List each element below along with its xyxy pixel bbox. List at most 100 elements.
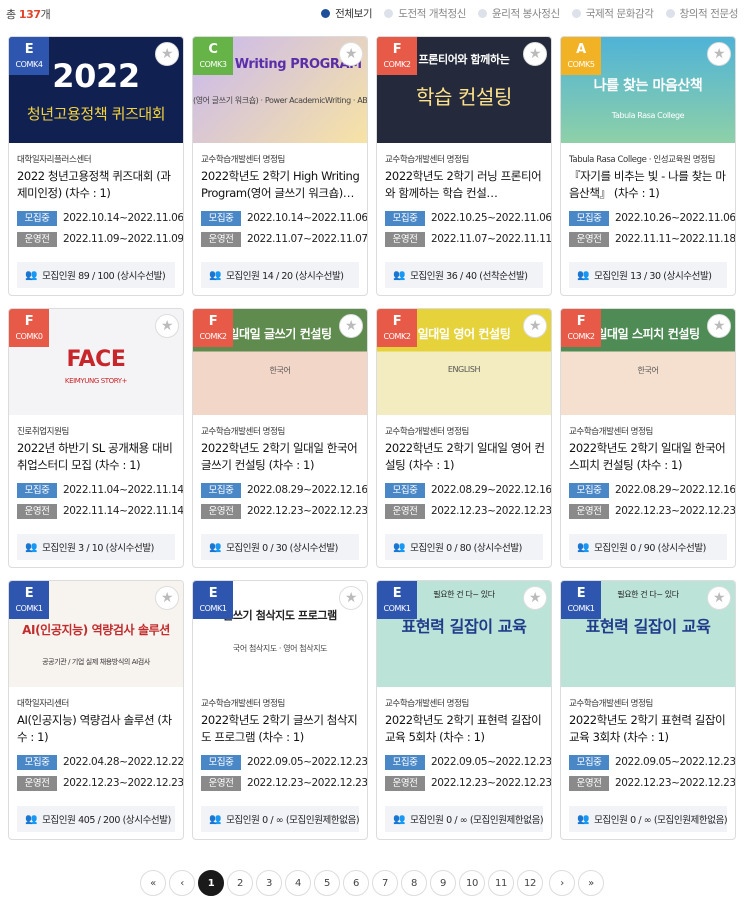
program-card[interactable]: 표현력 길잡이 교육 필요한 건 다~ 있다 E COMK1 ★ 교수학습개발센터 명정팀… xyxy=(560,580,736,840)
star-icon: ★ xyxy=(712,318,726,334)
page-5-button[interactable]: 5 xyxy=(314,870,340,896)
program-title[interactable]: 2022학년도 2학기 일대일 한국어 스피치 컨설팅 (차수 : 1) xyxy=(569,440,729,474)
program-title[interactable]: 2022년 하반기 SL 공개채용 대비 취업스터디 모집 (차수 : 1) xyxy=(17,440,177,474)
program-title[interactable]: 2022학년도 2학기 러닝 프론티어와 함께하는 학습 컨설… xyxy=(385,168,545,202)
competency-code: COMK4 xyxy=(15,60,43,69)
favorite-button[interactable]: ★ xyxy=(707,314,731,338)
program-card[interactable]: 일대일 스피치 컨설팅 한국어 F COMK2 ★ 교수학습개발센터 명정팀 2022학년도… xyxy=(560,308,736,568)
program-card[interactable]: 프론티어와 함께하는 학습 컨설팅 F COMK2 ★ 교수학습개발센터 명정팀 2022학… xyxy=(376,36,552,296)
program-card[interactable]: High Writing PROGRAM (영어 글쓰기 워크숍) · Power… xyxy=(192,36,368,296)
program-organizer: 교수학습개발센터 명정팀 xyxy=(569,699,653,709)
favorite-button[interactable]: ★ xyxy=(707,42,731,66)
thumbnail-subtitle: 청년고용정책 퀴즈대회 xyxy=(26,105,166,123)
count-value: 0 / 30 (상시수선발) xyxy=(262,543,338,554)
operate-dates: 2022.12.23~2022.12.23 xyxy=(431,777,552,789)
program-card[interactable]: 글쓰기 첨삭지도 프로그램 국어 첨삭지도 · 영어 첨삭지도 E COMK1 ★ 교수학… xyxy=(192,580,368,840)
favorite-button[interactable]: ★ xyxy=(707,586,731,610)
program-title[interactable]: AI(인공지능) 역량검사 솔루션 (차수 : 1) xyxy=(17,712,177,746)
recruit-label: 모집중 xyxy=(385,210,425,226)
program-title[interactable]: 2022학년도 2학기 High Writing Program(영어 글쓰기 … xyxy=(201,168,361,202)
program-title[interactable]: 2022학년도 2학기 일대일 영어 컨설팅 (차수 : 1) xyxy=(385,440,545,474)
filter-ethics[interactable]: 윤리적 봉사정신 xyxy=(477,6,560,21)
page-11-button[interactable]: 11 xyxy=(488,870,514,896)
page-4-button[interactable]: 4 xyxy=(285,870,311,896)
enrollment-count: 👥 모집인원 0 / ∞ (모집인원제한없음) xyxy=(385,806,543,832)
recruit-label: 모집중 xyxy=(569,482,609,498)
program-card[interactable]: 나를 찾는 마음산책 Tabula Rasa College A COMK5 ★ Tabu… xyxy=(560,36,736,296)
star-icon: ★ xyxy=(712,590,726,606)
page-10-button[interactable]: 10 xyxy=(459,870,485,896)
thumbnail-subtitle: Tabula Rasa College xyxy=(611,111,685,120)
grade-badge: F COMK2 xyxy=(377,37,417,75)
program-card[interactable]: AI(인공지능) 역량검사 솔루션 공공기관 / 기업 실제 채용방식의 AI검사… xyxy=(8,580,184,840)
grade-badge: E COMK1 xyxy=(377,581,417,619)
grade-letter: C xyxy=(208,42,218,57)
page-6-button[interactable]: 6 xyxy=(343,870,369,896)
favorite-button[interactable]: ★ xyxy=(523,42,547,66)
first-page-button[interactable]: « xyxy=(140,870,166,896)
total-count: 총 137개 xyxy=(6,8,51,21)
person-icon: 👥 xyxy=(577,541,590,553)
grade-badge: A COMK5 xyxy=(561,37,601,75)
program-card[interactable]: 2022 청년고용정책 퀴즈대회 E COMK4 ★ 대학일자리플러스센터 2022 청년고… xyxy=(8,36,184,296)
person-icon: 👥 xyxy=(25,269,38,281)
operate-label: 운영전 xyxy=(385,503,425,519)
total-count-number: 137 xyxy=(18,8,41,21)
count-value: 405 / 200 (상시수선발) xyxy=(78,815,171,826)
recruit-label: 모집중 xyxy=(569,210,609,226)
program-title[interactable]: 2022학년도 2학기 표현력 길잡이 교육 5회차 (차수 : 1) xyxy=(385,712,545,746)
program-organizer: 교수학습개발센터 명정팀 xyxy=(385,155,469,165)
page-2-button[interactable]: 2 xyxy=(227,870,253,896)
program-card[interactable]: 일대일 영어 컨설팅 ENGLISH F COMK2 ★ 교수학습개발센터 명정팀 2022… xyxy=(376,308,552,568)
operate-dates: 2022.11.09~2022.11.09 xyxy=(63,233,184,245)
program-title[interactable]: 2022 청년고용정책 퀴즈대회 (과제미인정) (차수 : 1) xyxy=(17,168,177,202)
recruit-dates: 2022.10.25~2022.11.06 xyxy=(431,212,552,224)
prev-page-button[interactable]: ‹ xyxy=(169,870,195,896)
favorite-button[interactable]: ★ xyxy=(155,42,179,66)
page-1-button[interactable]: 1 xyxy=(198,870,224,896)
program-title[interactable]: 2022학년도 2학기 글쓰기 첨삭지도 프로그램 (차수 : 1) xyxy=(201,712,361,746)
star-icon: ★ xyxy=(160,318,174,334)
favorite-button[interactable]: ★ xyxy=(339,314,363,338)
program-card[interactable]: 표현력 길잡이 교육 필요한 건 다~ 있다 E COMK1 ★ 교수학습개발센터 명정팀… xyxy=(376,580,552,840)
program-title[interactable]: 2022학년도 2학기 일대일 한국어 글쓰기 컨설팅 (차수 : 1) xyxy=(201,440,361,474)
page-12-button[interactable]: 12 xyxy=(517,870,543,896)
favorite-button[interactable]: ★ xyxy=(523,586,547,610)
favorite-button[interactable]: ★ xyxy=(155,314,179,338)
favorite-button[interactable]: ★ xyxy=(523,314,547,338)
competency-code: COMK1 xyxy=(199,604,227,613)
recruit-label: 모집중 xyxy=(201,482,241,498)
page-3-button[interactable]: 3 xyxy=(256,870,282,896)
filter-all[interactable]: 전체보기 xyxy=(321,6,373,21)
person-icon: 👥 xyxy=(577,813,590,825)
operate-dates: 2022.12.23~2022.12.23 xyxy=(247,505,368,517)
last-page-button[interactable]: » xyxy=(578,870,604,896)
favorite-button[interactable]: ★ xyxy=(339,42,363,66)
program-card[interactable]: FACE KEIMYUNG STORY+ F COMK0 ★ 진로취업지원팀 2022년 하… xyxy=(8,308,184,568)
program-card[interactable]: 일대일 글쓰기 컨설팅 한국어 F COMK2 ★ 교수학습개발센터 명정팀 2022학년도… xyxy=(192,308,368,568)
program-title[interactable]: 2022학년도 2학기 표현력 길잡이 교육 3회차 (차수 : 1) xyxy=(569,712,729,746)
competency-code: COMK1 xyxy=(383,604,411,613)
filter-challenge[interactable]: 도전적 개척정신 xyxy=(384,6,466,21)
program-organizer: 교수학습개발센터 명정팀 xyxy=(385,699,469,709)
grade-letter: A xyxy=(576,42,586,57)
filter-global[interactable]: 국제적 문화감각 xyxy=(571,6,654,21)
page-8-button[interactable]: 8 xyxy=(401,870,427,896)
count-value: 89 / 100 (상시수선발) xyxy=(78,271,166,282)
recruit-dates: 2022.08.29~2022.12.16 xyxy=(247,484,368,496)
grade-letter: E xyxy=(576,586,586,601)
page-7-button[interactable]: 7 xyxy=(372,870,398,896)
person-icon: 👥 xyxy=(393,541,406,553)
favorite-button[interactable]: ★ xyxy=(339,586,363,610)
thumbnail-title: FACE xyxy=(66,347,126,372)
recruit-label: 모집중 xyxy=(17,754,57,770)
grade-badge: F COMK2 xyxy=(377,309,417,347)
filter-creative[interactable]: 창의적 전문성 xyxy=(665,6,738,21)
recruit-dates: 2022.10.14~2022.11.06 xyxy=(63,212,184,224)
page-9-button[interactable]: 9 xyxy=(430,870,456,896)
next-page-button[interactable]: › xyxy=(549,870,575,896)
person-icon: 👥 xyxy=(25,541,38,553)
enrollment-count: 👥 모집인원 3 / 10 (상시수선발) xyxy=(17,534,175,560)
program-title[interactable]: 『자기를 비추는 빛 - 나를 찾는 마음산책』 (차수 : 1) xyxy=(569,168,729,202)
favorite-button[interactable]: ★ xyxy=(155,586,179,610)
